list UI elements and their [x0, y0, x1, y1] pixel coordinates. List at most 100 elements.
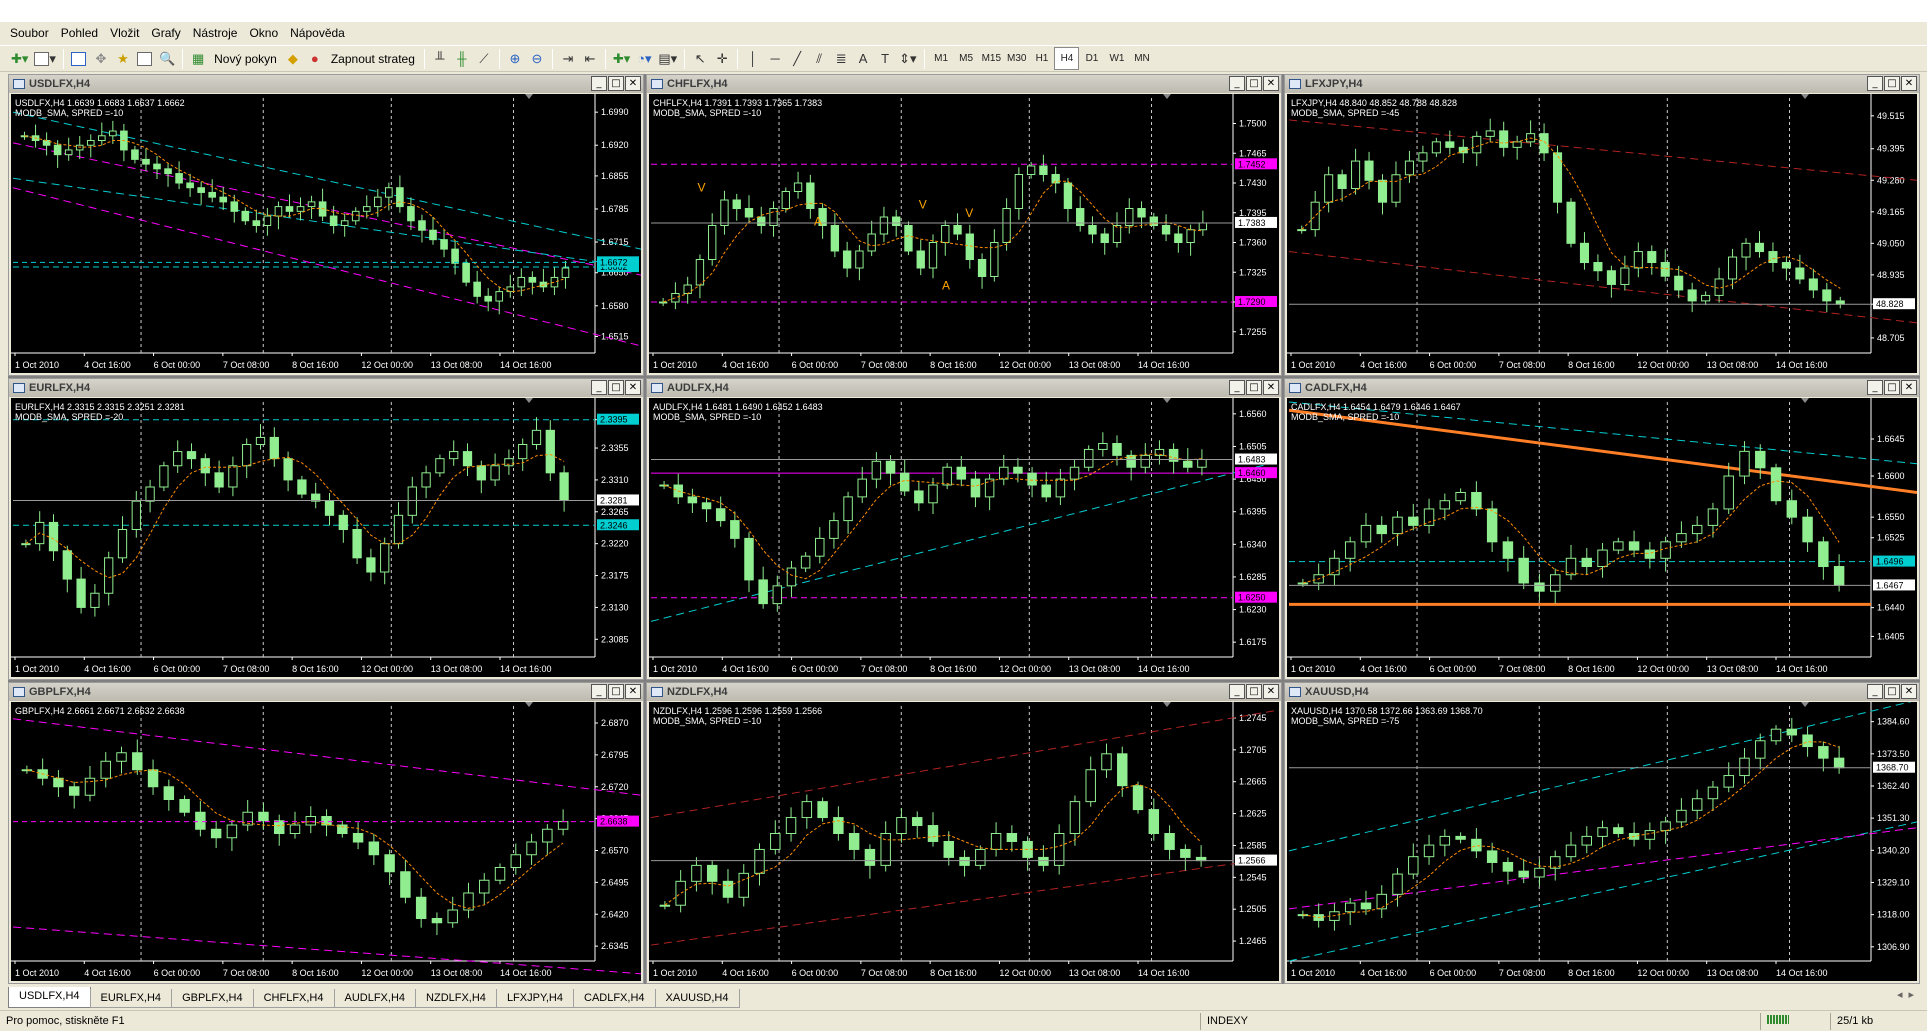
timeframe-m1[interactable]: M1 — [929, 47, 954, 70]
chart-window-titlebar[interactable]: GBPLFX,H4 _ □ ✕ — [9, 683, 643, 701]
minimize-button[interactable]: _ — [1867, 380, 1883, 395]
timeframe-h1[interactable]: H1 — [1029, 47, 1054, 70]
crosshair-icon[interactable]: ✛ — [711, 47, 733, 70]
menu-vlozit[interactable]: Vložit — [106, 22, 147, 44]
menu-soubor[interactable]: Soubor — [6, 22, 57, 44]
chart-window-lfxjpy[interactable]: LFXJPY,H4 _ □ ✕ 49.515 49.395 49.280 49.165 49.0… — [1284, 74, 1920, 376]
chart-window-xauusd[interactable]: XAUUSD,H4 _ □ ✕ 1384.60 1373.50 1362.40 1351.30… — [1284, 682, 1920, 984]
maximize-button[interactable]: □ — [1246, 684, 1262, 699]
new-order-icon[interactable]: ▦ — [187, 47, 209, 70]
chart-window-titlebar[interactable]: NZDLFX,H4 _ □ ✕ — [647, 683, 1281, 701]
horizontal-line-icon[interactable]: ─ — [764, 47, 786, 70]
chart-window-titlebar[interactable]: USDLFX,H4 _ □ ✕ — [9, 75, 643, 93]
maximize-button[interactable]: □ — [1246, 380, 1262, 395]
text-label-icon[interactable]: T — [874, 47, 896, 70]
chart-window-titlebar[interactable]: XAUUSD,H4 _ □ ✕ — [1285, 683, 1919, 701]
scroll-right-icon[interactable]: ▸ — [1908, 988, 1914, 1001]
indicators-icon[interactable]: ✚▾ — [610, 47, 633, 70]
timeframe-m30[interactable]: M30 — [1004, 47, 1029, 70]
chart-pane[interactable]: 1.6560 1.6505 1.6450 1.6395 1.6340 1.6285 1.62… — [649, 398, 1279, 677]
periods-icon[interactable]: ◔▾ — [633, 47, 655, 70]
metaeditor-icon[interactable]: ◆ — [282, 47, 304, 70]
chart-window-nzdlfx[interactable]: NZDLFX,H4 _ □ ✕ 1.2745 1.2705 1.2665 1.2625 1.25… — [646, 682, 1282, 984]
autoscroll-icon[interactable]: ⇥ — [557, 47, 579, 70]
candlestick-icon[interactable]: ╫ — [451, 47, 473, 70]
tab-lfxjpy[interactable]: LFXJPY,H4 — [495, 989, 574, 1008]
chart-pane[interactable]: 1.2745 1.2705 1.2665 1.2625 1.2585 1.2545 1.25… — [649, 702, 1279, 981]
zoom-in-icon[interactable]: ⊕ — [504, 47, 526, 70]
market-watch-icon[interactable] — [68, 47, 90, 70]
maximize-button[interactable]: □ — [1884, 684, 1900, 699]
trendline-icon[interactable]: ╱ — [786, 47, 808, 70]
chart-pane[interactable]: 2.68702.67952.67202.66452.65702.64952.64… — [11, 702, 641, 981]
maximize-button[interactable]: □ — [1884, 380, 1900, 395]
maximize-button[interactable]: □ — [608, 76, 624, 91]
scroll-left-icon[interactable]: ◂ — [1897, 988, 1903, 1001]
chart-window-titlebar[interactable]: CHFLFX,H4 _ □ ✕ — [647, 75, 1281, 93]
terminal-icon[interactable] — [134, 47, 156, 70]
fibonacci-icon[interactable]: ≣ — [830, 47, 852, 70]
bar-chart-icon[interactable]: ╨ — [429, 47, 451, 70]
chart-pane[interactable]: 2.3395 2.3355 2.3310 2.3265 2.3220 2.3175 2.31… — [11, 398, 641, 677]
tester-icon[interactable]: 🔍 — [156, 47, 178, 70]
chart-window-titlebar[interactable]: AUDLFX,H4 _ □ ✕ — [647, 379, 1281, 397]
chart-window-gbplfx[interactable]: GBPLFX,H4_□✕2.68702.67952.67202.66452.65… — [8, 682, 644, 984]
minimize-button[interactable]: _ — [1229, 380, 1245, 395]
tab-chflfx[interactable]: CHFLFX,H4 — [252, 989, 335, 1008]
close-button[interactable]: ✕ — [1263, 380, 1279, 395]
templates-icon[interactable]: ▤▾ — [655, 47, 680, 70]
menu-napoveda[interactable]: Nápověda — [286, 22, 353, 44]
minimize-button[interactable]: _ — [591, 76, 607, 91]
profiles-icon[interactable]: ▾ — [31, 47, 59, 70]
menu-okno[interactable]: Okno — [245, 22, 286, 44]
tab-audlfx[interactable]: AUDLFX,H4 — [333, 989, 417, 1008]
maximize-button[interactable]: □ — [1246, 76, 1262, 91]
chart-window-eurlfx[interactable]: EURLFX,H4 _□✕ 2.3395 2.3355 2.3310 2.3265 2.32… — [8, 378, 644, 680]
maximize-button[interactable]: □ — [608, 684, 624, 699]
timeframe-w1[interactable]: W1 — [1104, 47, 1129, 70]
chart-pane[interactable]: 1384.60 1373.50 1362.40 1351.30 1340.20 1329.… — [1287, 702, 1917, 981]
close-button[interactable]: ✕ — [625, 380, 641, 395]
price-chart[interactable]: 1.7500 1.7465 1.7430 1.7395 1.7360 1.7325 1.72… — [649, 94, 1279, 373]
tab-cadlfx[interactable]: CADLFX,H4 — [573, 989, 656, 1008]
tab-gbplfx[interactable]: GBPLFX,H4 — [171, 989, 254, 1008]
close-button[interactable]: ✕ — [1901, 684, 1917, 699]
maximize-button[interactable]: □ — [1884, 76, 1900, 91]
menu-pohled[interactable]: Pohled — [57, 22, 106, 44]
minimize-button[interactable]: _ — [1229, 76, 1245, 91]
timeframe-m5[interactable]: M5 — [954, 47, 979, 70]
price-chart[interactable]: 1384.60 1373.50 1362.40 1351.30 1340.20 1329.… — [1287, 702, 1917, 981]
cursor-icon[interactable]: ↖ — [689, 47, 711, 70]
close-button[interactable]: ✕ — [625, 684, 641, 699]
tab-usdlfx[interactable]: USDLFX,H4 — [8, 987, 91, 1008]
close-button[interactable]: ✕ — [1901, 76, 1917, 91]
chart-window-titlebar[interactable]: EURLFX,H4 _ □ ✕ — [9, 379, 643, 397]
minimize-button[interactable]: _ — [591, 684, 607, 699]
chart-shift-icon[interactable]: ⇤ — [579, 47, 601, 70]
chart-window-cadlfx[interactable]: CADLFX,H4 _ □ ✕ 1.6645 1.6600 1.6550 1.6525 1.64… — [1284, 378, 1920, 680]
chart-window-titlebar[interactable]: LFXJPY,H4 _ □ ✕ — [1285, 75, 1919, 93]
chart-window-titlebar[interactable]: CADLFX,H4 _ □ ✕ — [1285, 379, 1919, 397]
tab-xauusd[interactable]: XAUUSD,H4 — [654, 989, 740, 1008]
close-button[interactable]: ✕ — [1263, 684, 1279, 699]
chart-pane[interactable]: 49.515 49.395 49.280 49.165 49.050 48.935 48.8… — [1287, 94, 1917, 373]
line-chart-icon[interactable]: ⟋ — [473, 47, 495, 70]
tab-nzdlfx[interactable]: NZDLFX,H4 — [415, 989, 497, 1008]
arrows-icon[interactable]: ⇕▾ — [896, 47, 919, 70]
expert-advisors-icon[interactable]: ● — [304, 47, 326, 70]
timeframe-h4[interactable]: H4 — [1054, 47, 1080, 70]
chart-window-audlfx[interactable]: AUDLFX,H4 _ □ ✕ 1.6560 1.6505 1.6450 1.6395 1.63… — [646, 378, 1282, 680]
menu-nastroje[interactable]: Nástroje — [189, 22, 246, 44]
close-button[interactable]: ✕ — [625, 76, 641, 91]
tab-eurlfx[interactable]: EURLFX,H4 — [89, 989, 173, 1008]
timeframe-m15[interactable]: M15 — [979, 47, 1004, 70]
navigator-icon[interactable]: ★ — [112, 47, 134, 70]
new-chart-icon[interactable]: ✚▾ — [8, 47, 31, 70]
new-order-button[interactable]: Nový pokyn — [209, 47, 282, 70]
timeframe-d1[interactable]: D1 — [1079, 47, 1104, 70]
minimize-button[interactable]: _ — [1867, 76, 1883, 91]
chart-window-chflfx[interactable]: CHFLFX,H4 _ □ ✕ 1.7500 1.7465 1.7430 1.7395 1.73… — [646, 74, 1282, 376]
maximize-button[interactable]: □ — [608, 380, 624, 395]
vertical-line-icon[interactable]: │ — [742, 47, 764, 70]
price-chart[interactable]: 1.65601.65051.64501.63951.63401.62851.62… — [649, 398, 1279, 677]
